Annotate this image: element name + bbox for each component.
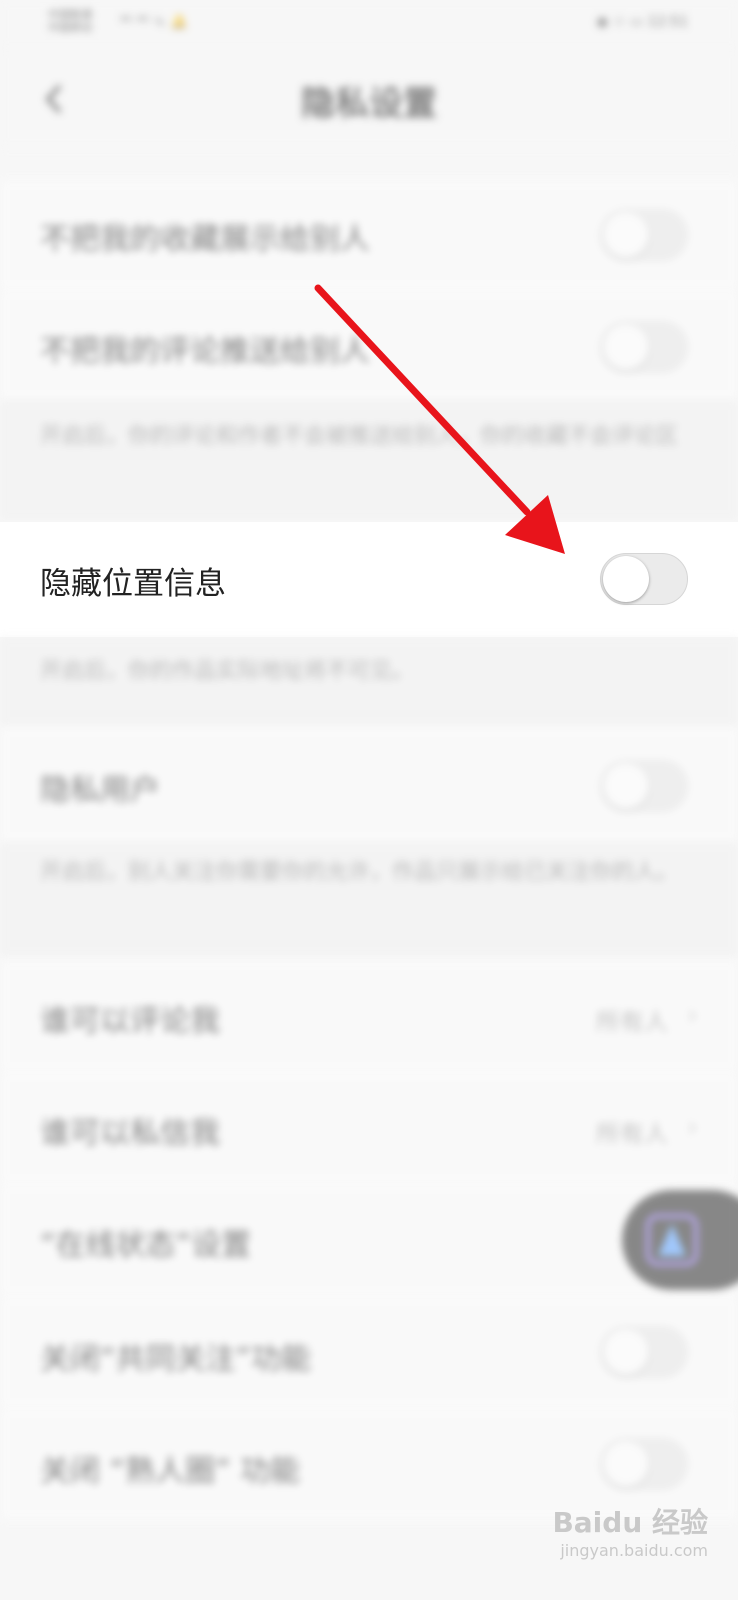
signal-icons: ⁴ᴳ ⁴ᴳ ∿ 🔔 [120,14,188,30]
note-text: 开启后，你的作品实际地址将不可见。 [40,659,415,684]
row-value: 所有人 [596,1008,668,1036]
carrier-info: 中国联通 中国移动 [48,8,92,34]
row-label: 不把我的收藏展示给别人 [40,222,370,257]
hide-location-label: 隐藏位置信息 [40,566,226,602]
page-title: 隐私设置 [301,84,437,124]
acquaintance-circle-toggle[interactable] [600,1438,688,1490]
row-label: 关闭 “熟人圈” 功能 [40,1454,301,1489]
row-label: 不把我的评论推送给别人 [40,334,370,369]
setting-row-hide-favorites[interactable]: 不把我的收藏展示给别人 [0,180,738,290]
toggle-knob [603,324,649,370]
row-label: 谁可以评论我 [40,1004,220,1039]
hide-favorites-toggle[interactable] [600,209,688,261]
floating-assistant-button[interactable] [622,1190,738,1290]
status-bar: 中国联通 中国移动 ⁴ᴳ ⁴ᴳ ∿ 🔔 ◉ ☆ ▭ 12:51 [0,0,738,48]
status-right-icons: ◉ ☆ ▭ 12:51 [596,14,688,30]
toggle-knob [603,212,649,258]
setting-row-hide-comments[interactable]: 不把我的评论推送给别人 [0,290,738,400]
carrier-line-1: 中国联通 [48,8,92,21]
private-user-toggle[interactable] [600,760,688,812]
setting-row-who-can-message[interactable]: 谁可以私信我 所有人 › [0,1072,738,1184]
row-label: “在线状态”设置 [40,1228,252,1263]
hide-location-toggle[interactable] [600,553,688,605]
nav-bar: 隐私设置 [0,48,738,148]
toggle-knob [603,556,649,602]
chevron-right-icon: › [686,1110,698,1143]
toggle-knob [603,763,649,809]
baidu-watermark: Baidu 经验 jingyan.baidu.com [552,1501,708,1560]
setting-row-hide-location[interactable]: 隐藏位置信息 [0,522,738,637]
toggle-knob [603,1329,649,1375]
assistant-icon [646,1214,698,1266]
row-label: 谁可以私信我 [40,1116,220,1151]
note-comments: 开启后，你的评论和作者不会被推送给别人，你的收藏不会评论区 [0,400,738,520]
row-label: 关闭“共同关注”功能 [40,1342,312,1377]
watermark-subtext: jingyan.baidu.com [560,1541,708,1560]
note-location: 开启后，你的作品实际地址将不可见。 [0,637,738,727]
toggle-knob [603,1441,649,1487]
mutual-follow-toggle[interactable] [600,1326,688,1378]
row-label: 隐私用户 [40,773,160,808]
watermark-text: Baidu 经验 [552,1506,708,1539]
note-private-user: 开启后，别人关注你需要你的允许，作品只展示给已关注你的人。 [0,842,738,957]
setting-row-mutual-follow[interactable]: 关闭“共同关注”功能 [0,1296,738,1408]
hide-comments-toggle[interactable] [600,321,688,373]
carrier-line-2: 中国移动 [48,21,92,34]
note-text: 开启后，你的评论和作者不会被推送给别人，你的收藏不会评论区 [40,424,679,449]
note-text: 开启后，别人关注你需要你的允许，作品只展示给已关注你的人。 [40,860,679,885]
row-value: 所有人 [596,1120,668,1148]
setting-row-private-user[interactable]: 隐私用户 [0,727,738,842]
setting-row-who-can-comment[interactable]: 谁可以评论我 所有人 › [0,960,738,1072]
chevron-right-icon: › [686,998,698,1031]
